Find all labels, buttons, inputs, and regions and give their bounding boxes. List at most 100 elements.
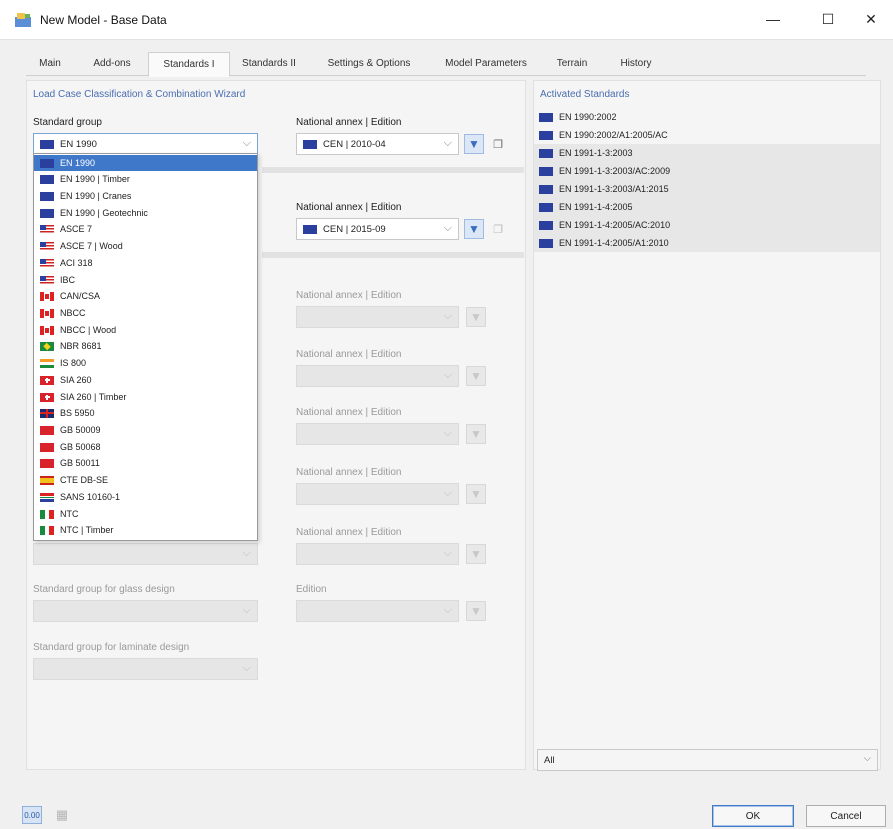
- dropdown-item[interactable]: EN 1990 | Timber: [34, 171, 257, 187]
- activated-standard-item[interactable]: EN 1991-1-3:2003/AC:2009: [534, 162, 880, 180]
- ok-button[interactable]: OK: [712, 805, 794, 827]
- dropdown-item[interactable]: NTC | Timber: [34, 522, 257, 538]
- filter-button[interactable]: ▼: [466, 484, 486, 504]
- tab-settings-options[interactable]: Settings & Options: [310, 52, 428, 76]
- canada-flag-icon: [40, 291, 54, 301]
- chevron-down-icon: ⌵: [242, 604, 251, 616]
- activated-standards-panel: Activated Standards EN 1990:2002 EN 1990…: [533, 80, 881, 770]
- dropdown-item[interactable]: IS 800: [34, 355, 257, 371]
- china-flag-icon: [40, 458, 54, 468]
- tab-add-ons[interactable]: Add-ons: [82, 52, 142, 76]
- canada-flag-icon: [40, 325, 54, 335]
- tab-terrain[interactable]: Terrain: [546, 52, 598, 76]
- filter-button[interactable]: ▼: [466, 366, 486, 386]
- dropdown-item[interactable]: EN 1990 | Geotechnic: [34, 205, 257, 221]
- dropdown-item[interactable]: GB 50009: [34, 422, 257, 438]
- filter-button[interactable]: ▼: [466, 307, 486, 327]
- filter-icon: ▼: [470, 310, 482, 324]
- eu-flag-icon: [40, 158, 54, 168]
- dropdown-item[interactable]: CAN/CSA: [34, 288, 257, 304]
- filter-button[interactable]: ▼: [466, 544, 486, 564]
- swiss-flag-icon: [40, 375, 54, 385]
- activated-standard-item[interactable]: EN 1990:2002/A1:2005/AC: [534, 126, 880, 144]
- national-annex-label: National annex | Edition: [296, 202, 402, 213]
- standard-group-select[interactable]: ⌵: [33, 543, 258, 565]
- national-annex-select[interactable]: CEN | 2015-09 ⌵: [296, 218, 459, 240]
- tab-history[interactable]: History: [606, 52, 666, 76]
- dropdown-item[interactable]: GB 50011: [34, 455, 257, 471]
- filter-icon: ▼: [470, 427, 482, 441]
- activated-standard-item[interactable]: EN 1990:2002: [534, 108, 880, 126]
- info-icon[interactable]: ▦: [52, 806, 72, 824]
- tab-bar: Main Add-ons Standards I Standards II Se…: [26, 52, 866, 77]
- close-button[interactable]: ✕: [848, 0, 893, 38]
- filter-icon: ▼: [470, 487, 482, 501]
- dropdown-item[interactable]: NBCC: [34, 305, 257, 321]
- tab-model-parameters[interactable]: Model Parameters: [432, 52, 540, 76]
- national-annex-select[interactable]: ⌵: [296, 306, 459, 328]
- standard-group-dropdown: EN 1990 EN 1990 | Timber EN 1990 | Crane…: [33, 153, 258, 541]
- canada-flag-icon: [40, 308, 54, 318]
- activated-standard-item[interactable]: EN 1991-1-3:2003/A1:2015: [534, 180, 880, 198]
- minimize-button[interactable]: —: [750, 0, 796, 38]
- dropdown-item[interactable]: ACI 318: [34, 255, 257, 271]
- laminate-design-select[interactable]: ⌵: [33, 658, 258, 680]
- dropdown-item[interactable]: GB 50068: [34, 439, 257, 455]
- dropdown-item[interactable]: CTE DB-SE: [34, 472, 257, 488]
- app-icon: [15, 13, 31, 27]
- glass-design-select[interactable]: ⌵: [33, 600, 258, 622]
- library-button[interactable]: ❐: [489, 135, 507, 153]
- dropdown-item[interactable]: SANS 10160-1: [34, 489, 257, 505]
- us-flag-icon: [40, 241, 54, 251]
- chevron-down-icon: ⌵: [443, 547, 452, 559]
- tab-standards-1[interactable]: Standards I: [148, 52, 230, 77]
- filter-button[interactable]: ▼: [466, 601, 486, 621]
- filter-button[interactable]: ▼: [466, 424, 486, 444]
- dropdown-item[interactable]: ASCE 7: [34, 221, 257, 237]
- filter-button[interactable]: ▼: [464, 134, 484, 154]
- national-annex-select[interactable]: ⌵: [296, 423, 459, 445]
- activated-standard-item[interactable]: EN 1991-1-4:2005/A1:2010: [534, 234, 880, 252]
- edition-label: Edition: [296, 584, 327, 595]
- activated-standard-item[interactable]: EN 1991-1-4:2005: [534, 198, 880, 216]
- activated-standard-item[interactable]: EN 1991-1-4:2005/AC:2010: [534, 216, 880, 234]
- filter-button[interactable]: ▼: [464, 219, 484, 239]
- library-icon: ❐: [493, 223, 503, 236]
- national-annex-label: National annex | Edition: [296, 527, 402, 538]
- filter-icon: ▼: [470, 604, 482, 618]
- activated-standard-item[interactable]: EN 1991-1-3:2003: [534, 144, 880, 162]
- standard-group-select[interactable]: EN 1990 ⌵: [33, 133, 258, 155]
- chevron-down-icon: ⌵: [443, 604, 452, 616]
- dropdown-item[interactable]: EN 1990 | Cranes: [34, 188, 257, 204]
- dropdown-item[interactable]: NTC: [34, 506, 257, 522]
- dropdown-item[interactable]: BS 5950: [34, 405, 257, 421]
- brazil-flag-icon: [40, 341, 54, 351]
- national-annex-select[interactable]: CEN | 2010-04 ⌵: [296, 133, 459, 155]
- dropdown-item[interactable]: IBC: [34, 272, 257, 288]
- cancel-button[interactable]: Cancel: [806, 805, 886, 827]
- tab-main[interactable]: Main: [28, 52, 72, 76]
- standards-filter-select[interactable]: All ⌵: [537, 749, 878, 771]
- edition-select[interactable]: ⌵: [296, 600, 459, 622]
- maximize-button[interactable]: ☐: [805, 0, 851, 38]
- dropdown-item[interactable]: SIA 260 | Timber: [34, 389, 257, 405]
- national-annex-select[interactable]: ⌵: [296, 543, 459, 565]
- tab-standards-2[interactable]: Standards II: [232, 52, 306, 76]
- dropdown-item[interactable]: EN 1990: [34, 155, 257, 171]
- library-button[interactable]: ❐: [489, 220, 507, 238]
- filter-icon: ▼: [468, 222, 480, 236]
- dropdown-item[interactable]: NBR 8681: [34, 338, 257, 354]
- eu-flag-icon: [303, 139, 317, 149]
- italy-flag-icon: [40, 509, 54, 519]
- dropdown-item[interactable]: SIA 260: [34, 372, 257, 388]
- national-annex-select[interactable]: ⌵: [296, 483, 459, 505]
- laminate-design-label: Standard group for laminate design: [33, 642, 190, 653]
- dropdown-item[interactable]: NBCC | Wood: [34, 322, 257, 338]
- china-flag-icon: [40, 442, 54, 452]
- chevron-down-icon: ⌵: [242, 137, 251, 149]
- dropdown-item[interactable]: ASCE 7 | Wood: [34, 238, 257, 254]
- eu-flag-icon: [539, 112, 553, 122]
- national-annex-select[interactable]: ⌵: [296, 365, 459, 387]
- units-icon[interactable]: 0.00: [22, 806, 42, 824]
- chevron-down-icon: ⌵: [863, 753, 871, 764]
